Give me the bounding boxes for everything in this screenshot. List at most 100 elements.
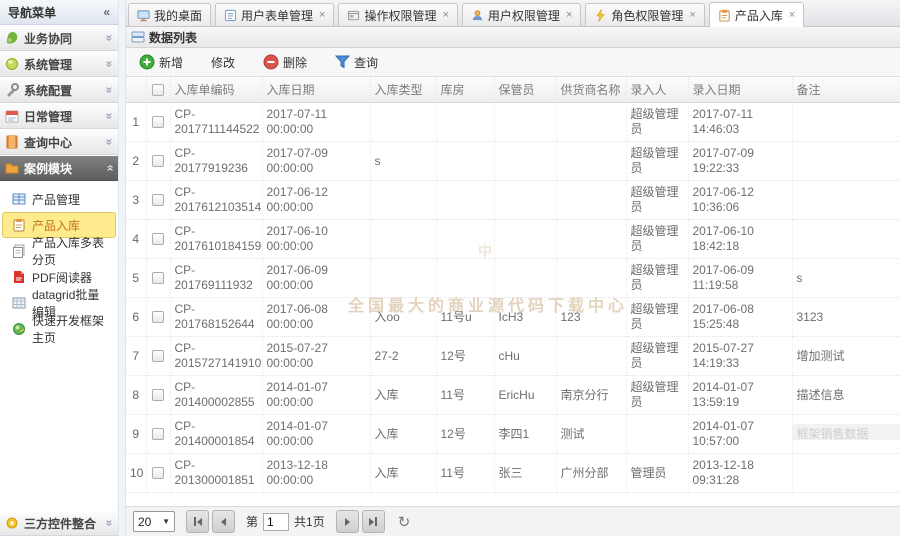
- chevron-down-icon: »: [102, 60, 117, 68]
- clipboard-icon: [13, 219, 25, 232]
- first-page-button[interactable]: [186, 510, 209, 533]
- column-header-rec-date[interactable]: 录入日期: [688, 77, 793, 103]
- next-page-icon: [344, 517, 350, 526]
- cell-store: 11号u: [436, 297, 495, 337]
- column-header-code[interactable]: 入库单编码: [170, 77, 263, 103]
- row-checkbox[interactable]: [152, 428, 164, 441]
- form-icon: [224, 9, 237, 21]
- chevron-up-icon: »: [102, 164, 117, 172]
- datagrid: 入库单编码 入库日期 入库类型 库房 保管员 供货商名称 录入人 录入日期 备注…: [126, 77, 900, 506]
- row-checkbox[interactable]: [152, 467, 164, 480]
- tab-operation-permission[interactable]: 操作权限管理 ×: [338, 3, 458, 26]
- cell-remark: [792, 219, 900, 259]
- close-icon[interactable]: ×: [689, 9, 695, 21]
- collapse-sidebar-icon[interactable]: «: [103, 5, 110, 19]
- table-row[interactable]: 1 CP- 2017711144522 2017-07-11 00:00:00 超级管理…: [126, 102, 900, 142]
- row-checkbox[interactable]: [152, 194, 164, 207]
- tab-label: 我的桌面: [154, 8, 203, 23]
- cell-rec_by: [626, 414, 689, 454]
- sidebar-item-product-manage[interactable]: 产品管理: [2, 186, 116, 212]
- layout-splitter[interactable]: [118, 0, 126, 536]
- column-header-type[interactable]: 入库类型: [370, 77, 437, 103]
- table-row[interactable]: 5 CP-201769111932 2017-06-09 00:00:00 超级管理员…: [126, 258, 900, 298]
- column-header-store[interactable]: 库房: [436, 77, 495, 103]
- row-checkbox[interactable]: [152, 350, 164, 363]
- column-header-in-date[interactable]: 入库日期: [262, 77, 371, 103]
- close-icon[interactable]: ×: [442, 9, 448, 21]
- column-header-supplier[interactable]: 供货商名称: [556, 77, 627, 103]
- sidebar-accordion-business[interactable]: 业务协同 »: [0, 25, 118, 51]
- column-header-remark[interactable]: 备注: [792, 77, 900, 103]
- page-size-select[interactable]: 20 ▼: [133, 511, 175, 532]
- refresh-icon[interactable]: ↻: [398, 513, 411, 531]
- cell-type: 入库: [370, 414, 437, 454]
- table-row[interactable]: 8 CP-201400002855 2014-01-07 00:00:00 入库 11号…: [126, 375, 900, 415]
- datalist-icon: [131, 31, 145, 43]
- row-checkbox[interactable]: [152, 155, 164, 168]
- cell-keeper: EricHu: [494, 375, 557, 415]
- last-page-button[interactable]: [361, 510, 385, 533]
- select-all-checkbox[interactable]: [152, 84, 164, 97]
- rownum-header: [126, 77, 147, 103]
- table-row[interactable]: 4 CP- 2017610184159 2017-06-10 00:00:00 超级管理…: [126, 219, 900, 259]
- add-button[interactable]: 新增: [133, 51, 189, 74]
- row-checkbox[interactable]: [152, 311, 164, 324]
- table-row[interactable]: 6 CP-201768152644 2017-06-08 00:00:00 入oo 11…: [126, 297, 900, 337]
- table-row[interactable]: 7 CP- 2015727141910 2015-07-27 00:00:00 27-2…: [126, 336, 900, 376]
- cell-rec_by: 超级管理员: [626, 102, 689, 142]
- cell-type: 入oo: [370, 297, 437, 337]
- row-number: 5: [126, 258, 147, 298]
- table-row[interactable]: 3 CP- 2017612103514 2017-06-12 00:00:00 超级管理…: [126, 180, 900, 220]
- delete-icon: [263, 54, 279, 70]
- page-label-after: 共1页: [294, 515, 325, 529]
- sidebar-item-label: PDF阅读器: [32, 270, 93, 285]
- main-region: 我的桌面 用户表单管理 × 操作权限管理 × 用户权限管理 × 角色权限管理 ×: [126, 0, 900, 536]
- row-checkbox[interactable]: [152, 233, 164, 246]
- sidebar-item-product-inbound-multipage[interactable]: 产品入库多表分页: [2, 236, 116, 267]
- cell-in_date: 2017-07-11 00:00:00: [262, 102, 371, 142]
- add-button-label: 新增: [159, 55, 184, 70]
- cell-remark: s: [792, 258, 900, 298]
- row-number: 2: [126, 141, 147, 181]
- sidebar-item-label: 快速开发框架主页: [32, 314, 105, 345]
- select-arrow-icon: ▼: [162, 517, 170, 526]
- row-checkbox[interactable]: [152, 116, 164, 129]
- tab-my-desktop[interactable]: 我的桌面: [128, 3, 212, 26]
- sidebar-accordion-query[interactable]: 查询中心 »: [0, 129, 118, 155]
- tab-user-form-manage[interactable]: 用户表单管理 ×: [215, 3, 335, 26]
- page-number-input[interactable]: [263, 512, 290, 531]
- close-icon[interactable]: ×: [319, 9, 325, 21]
- cell-in_date: 2017-06-12 00:00:00: [262, 180, 371, 220]
- sidebar-title: 导航菜单: [8, 5, 57, 20]
- row-checkbox[interactable]: [152, 389, 164, 402]
- edit-button[interactable]: 修改: [205, 51, 241, 74]
- sidebar-accordion-system[interactable]: 系统管理 »: [0, 51, 118, 77]
- row-checkbox[interactable]: [152, 272, 164, 285]
- sidebar-item-framework-home[interactable]: 快速开发框架主页: [2, 314, 116, 345]
- delete-button[interactable]: 删除: [257, 51, 313, 74]
- tab-product-inbound[interactable]: 产品入库 ×: [708, 2, 805, 27]
- table-row[interactable]: 10 CP-201300001851 2013-12-18 00:00:00 入库 11…: [126, 453, 900, 493]
- column-header-rec-by[interactable]: 录入人: [626, 77, 689, 103]
- close-icon[interactable]: ×: [789, 9, 795, 21]
- cell-in_date: 2017-06-08 00:00:00: [262, 297, 371, 337]
- tab-role-permission[interactable]: 角色权限管理 ×: [585, 3, 705, 26]
- tab-user-permission[interactable]: 用户权限管理 ×: [461, 3, 582, 26]
- cell-rec_date: 2017-06-12 10:36:06: [688, 180, 793, 220]
- column-header-keeper[interactable]: 保管员: [494, 77, 557, 103]
- wrench-icon: [7, 83, 19, 97]
- sidebar-accordion-examples[interactable]: 案例模块 »: [0, 155, 118, 181]
- prev-page-button[interactable]: [212, 510, 235, 533]
- sidebar-accordion-daily[interactable]: 日常管理 »: [0, 103, 118, 129]
- search-button[interactable]: 查询: [329, 51, 384, 74]
- sidebar-accordion-config[interactable]: 系统配置 »: [0, 77, 118, 103]
- sidebar-accordion-thirdparty[interactable]: 三方控件整合 »: [0, 510, 118, 536]
- close-icon[interactable]: ×: [566, 9, 572, 21]
- table-row[interactable]: 9 CP-201400001854 2014-01-07 00:00:00 入库 12号…: [126, 414, 900, 454]
- clipboard-icon: [719, 9, 730, 22]
- last-page-icon: [369, 517, 375, 526]
- next-page-button[interactable]: [335, 510, 359, 533]
- cell-rec_date: 2017-06-09 11:19:58: [688, 258, 793, 298]
- table-row[interactable]: 2 CP-20177919236 2017-07-09 00:00:00 s 超级管理员…: [126, 141, 900, 181]
- delete-button-label: 删除: [283, 55, 308, 70]
